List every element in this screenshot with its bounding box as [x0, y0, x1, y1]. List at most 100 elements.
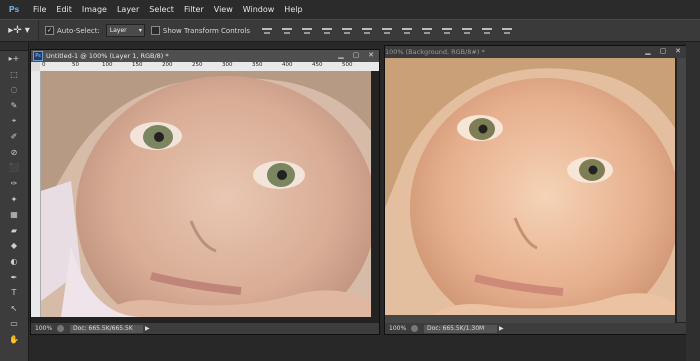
status-bar: 100% Doc: 665.5K/665.5K ▶	[31, 323, 379, 334]
vertical-scrollbar[interactable]	[677, 58, 686, 322]
auto-select-label: Auto-Select:	[57, 26, 100, 35]
tools-panel: ▸+ ⬚ ◌ ✎ ⌖ ✐ ⊘ ⬛ ✑ ✦ ▦ ▰ ◆ ◐ ✒ T ↖ ▭ ✋	[0, 42, 29, 361]
zoom-level[interactable]: 100%	[31, 325, 57, 332]
maximize-icon[interactable]: ▢	[657, 47, 669, 56]
distribute-right-icon[interactable]	[480, 26, 494, 36]
align-left-icon[interactable]	[320, 26, 334, 36]
status-info-icon[interactable]	[411, 325, 418, 332]
auto-select-value: Layer	[109, 27, 127, 34]
menu-bar: Ps File Edit Image Layer Select Filter V…	[0, 0, 700, 19]
ruler-origin[interactable]	[31, 62, 40, 71]
align-buttons	[260, 26, 520, 36]
close-icon[interactable]: ✕	[365, 51, 377, 60]
align-bottom-icon[interactable]	[300, 26, 314, 36]
ruler-mark: 450	[312, 62, 323, 68]
hand-tool-icon[interactable]: ✋	[0, 332, 28, 348]
ps-document-icon: Ps	[33, 51, 43, 61]
document-title: Untitled-1 @ 100% (Layer 1, RGB/8) *	[46, 52, 169, 60]
horizontal-scrollbar[interactable]	[385, 315, 675, 323]
auto-align-icon[interactable]	[500, 26, 514, 36]
auto-select-checkbox[interactable]: ✓	[45, 26, 54, 35]
maximize-icon[interactable]: ▢	[350, 51, 362, 60]
minimize-icon[interactable]: ▁	[335, 51, 347, 60]
window-controls: ▁ ▢ ✕	[335, 51, 377, 60]
doc-size: Doc: 665.5K/665.5K	[70, 324, 143, 333]
window-controls: ▁ ▢ ✕	[642, 47, 684, 56]
history-brush-tool-icon[interactable]: ✦	[0, 191, 28, 207]
align-right-icon[interactable]	[360, 26, 374, 36]
ruler-mark: 150	[132, 62, 143, 68]
align-top-icon[interactable]	[260, 26, 274, 36]
canvas-photo[interactable]	[41, 71, 371, 317]
chevron-down-icon: ▾	[138, 27, 142, 34]
type-tool-icon[interactable]: T	[0, 285, 28, 301]
horizontal-ruler[interactable]: 0 50 100 150 200 250 300 350 400 450 500	[40, 62, 379, 71]
panel-grip[interactable]	[0, 42, 28, 51]
menu-file[interactable]: File	[28, 5, 51, 14]
document-window-untitled: Ps Untitled-1 @ 100% (Layer 1, RGB/8) * …	[30, 49, 380, 335]
blur-tool-icon[interactable]: ◆	[0, 238, 28, 254]
quick-select-tool-icon[interactable]: ✎	[0, 98, 28, 114]
play-triangle-icon[interactable]: ▶	[145, 325, 150, 332]
ruler-mark: 400	[282, 62, 293, 68]
vertical-ruler[interactable]	[31, 71, 41, 317]
portrait-image	[41, 71, 371, 317]
ruler-mark: 200	[162, 62, 173, 68]
shape-tool-icon[interactable]: ▭	[0, 316, 28, 332]
auto-select-dropdown[interactable]: Layer ▾	[105, 24, 145, 37]
status-info-icon[interactable]	[57, 325, 64, 332]
app-logo: Ps	[8, 5, 20, 14]
menu-help[interactable]: Help	[279, 5, 307, 14]
document-tab[interactable]: 100% (Background, RGB/8#) * ▁ ▢ ✕	[385, 46, 686, 58]
menu-edit[interactable]: Edit	[51, 5, 77, 14]
panel-dock-edge	[686, 42, 700, 361]
options-bar: ▸✛ ▾ ✓ Auto-Select: Layer ▾ Show Transfo…	[0, 19, 700, 42]
play-triangle-icon[interactable]: ▶	[499, 325, 504, 332]
lasso-tool-icon[interactable]: ◌	[0, 82, 28, 98]
ruler-mark: 350	[252, 62, 263, 68]
zoom-level[interactable]: 100%	[385, 325, 411, 332]
menu-filter[interactable]: Filter	[179, 5, 209, 14]
minimize-icon[interactable]: ▁	[642, 47, 654, 56]
dodge-tool-icon[interactable]: ◐	[0, 254, 28, 270]
distribute-left-icon[interactable]	[440, 26, 454, 36]
canvas-photo[interactable]	[385, 58, 675, 322]
menu-image[interactable]: Image	[77, 5, 112, 14]
document-title: 100% (Background, RGB/8#) *	[385, 48, 485, 56]
distribute-top-icon[interactable]	[380, 26, 394, 36]
align-hcenter-icon[interactable]	[340, 26, 354, 36]
portrait-image	[385, 58, 675, 322]
eyedropper-tool-icon[interactable]: ✐	[0, 129, 28, 145]
close-icon[interactable]: ✕	[672, 47, 684, 56]
crop-tool-icon[interactable]: ⌖	[0, 113, 28, 129]
menu-layer[interactable]: Layer	[112, 5, 144, 14]
eraser-tool-icon[interactable]: ▦	[0, 207, 28, 223]
distribute-hcenter-icon[interactable]	[460, 26, 474, 36]
show-transform-checkbox[interactable]	[150, 26, 160, 35]
marquee-tool-icon[interactable]: ⬚	[0, 67, 28, 83]
clone-stamp-tool-icon[interactable]: ✑	[0, 176, 28, 192]
ruler-mark: 250	[192, 62, 203, 68]
document-tab[interactable]: Ps Untitled-1 @ 100% (Layer 1, RGB/8) * …	[31, 50, 379, 62]
healing-brush-tool-icon[interactable]: ⊘	[0, 145, 28, 161]
align-vcenter-icon[interactable]	[280, 26, 294, 36]
ruler-mark: 300	[222, 62, 233, 68]
document-window-background: 100% (Background, RGB/8#) * ▁ ▢ ✕ 100% D…	[384, 45, 687, 335]
move-tool-icon[interactable]: ▸✛ ▾	[0, 20, 39, 41]
menu-view[interactable]: View	[209, 5, 238, 14]
distribute-vcenter-icon[interactable]	[400, 26, 414, 36]
gradient-tool-icon[interactable]: ▰	[0, 223, 28, 239]
menu-window[interactable]: Window	[238, 5, 280, 14]
status-bar: 100% Doc: 665.5K/1.30M ▶	[385, 323, 686, 334]
ruler-mark: 0	[42, 62, 46, 68]
move-tool-icon[interactable]: ▸+	[0, 51, 28, 67]
ruler-mark: 500	[342, 62, 353, 68]
ruler-mark: 100	[102, 62, 113, 68]
menu-select[interactable]: Select	[144, 5, 179, 14]
pen-tool-icon[interactable]: ✒	[0, 269, 28, 285]
show-transform-label: Show Transform Controls	[162, 26, 250, 35]
brush-tool-icon[interactable]: ⬛	[0, 160, 28, 176]
distribute-bottom-icon[interactable]	[420, 26, 434, 36]
path-select-tool-icon[interactable]: ↖	[0, 301, 28, 317]
ruler-mark: 50	[72, 62, 79, 68]
